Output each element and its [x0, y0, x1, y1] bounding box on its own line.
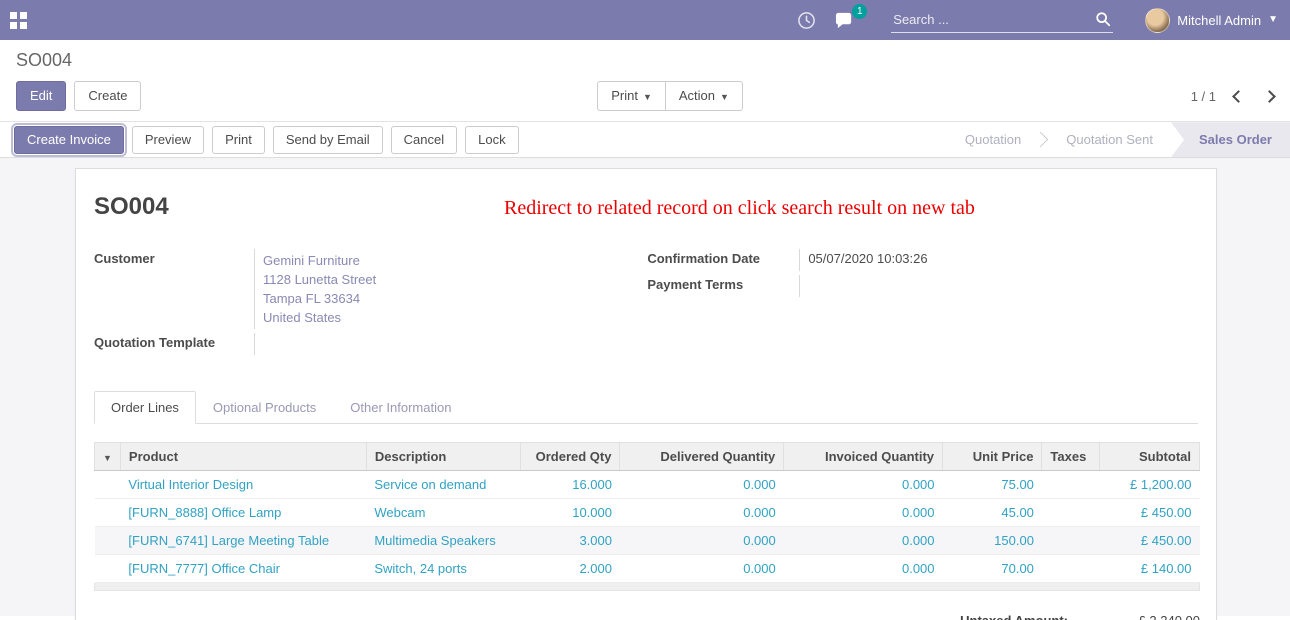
form-view-background: SO004 Redirect to related record on clic…: [0, 158, 1290, 616]
status-steps: Quotation Quotation Sent Sales Order: [947, 122, 1290, 157]
apps-menu-icon[interactable]: [10, 12, 27, 29]
table-row[interactable]: [FURN_8888] Office Lamp Webcam 10.000 0.…: [95, 499, 1200, 527]
print-dropdown[interactable]: Print▼: [597, 81, 666, 111]
payment-terms-value[interactable]: [799, 275, 1198, 297]
quotation-template-label: Quotation Template: [94, 333, 254, 355]
sales-order-sheet: SO004 Redirect to related record on clic…: [75, 168, 1217, 620]
edit-button[interactable]: Edit: [16, 81, 66, 111]
col-subtotal[interactable]: Subtotal: [1100, 443, 1200, 471]
chevron-down-icon: ▼: [643, 92, 652, 102]
step-quotation-sent[interactable]: Quotation Sent: [1048, 122, 1171, 157]
notebook-tabs: Order Lines Optional Products Other Info…: [94, 391, 1198, 424]
confirmation-date-value: 05/07/2020 10:03:26: [799, 249, 1198, 271]
create-button[interactable]: Create: [74, 81, 141, 111]
tab-other-information[interactable]: Other Information: [333, 391, 468, 424]
col-delivered-quantity[interactable]: Delivered Quantity: [620, 443, 784, 471]
table-row[interactable]: [FURN_6741] Large Meeting Table Multimed…: [95, 527, 1200, 555]
lock-button[interactable]: Lock: [465, 126, 518, 154]
tab-order-lines[interactable]: Order Lines: [94, 391, 196, 424]
table-row[interactable]: Virtual Interior Design Service on deman…: [95, 471, 1200, 499]
send-by-email-button[interactable]: Send by Email: [273, 126, 383, 154]
activities-clock-icon[interactable]: [797, 11, 816, 30]
table-footer-strip: [94, 583, 1200, 591]
control-panel: SO004 Edit Create Print▼ Action▼ 1 / 1: [0, 40, 1290, 121]
action-dropdown[interactable]: Action▼: [665, 81, 743, 111]
create-invoice-button[interactable]: Create Invoice: [14, 126, 124, 154]
table-header-row: ▼ Product Description Ordered Qty Delive…: [95, 443, 1200, 471]
order-lines-table: ▼ Product Description Ordered Qty Delive…: [94, 442, 1200, 583]
col-product[interactable]: Product: [120, 443, 366, 471]
pager-counter: 1 / 1: [1191, 89, 1216, 104]
untaxed-amount-label: Untaxed Amount:: [960, 613, 1068, 620]
red-annotation-text: Redirect to related record on click sear…: [504, 197, 975, 220]
pager-next-icon[interactable]: [1263, 90, 1276, 103]
col-invoiced-quantity[interactable]: Invoiced Quantity: [784, 443, 943, 471]
user-menu[interactable]: Mitchell Admin ▼: [1145, 8, 1278, 33]
statusbar: Create Invoice Preview Print Send by Ema…: [0, 121, 1290, 158]
customer-label: Customer: [94, 249, 254, 329]
payment-terms-label: Payment Terms: [647, 275, 799, 297]
user-avatar: [1145, 8, 1170, 33]
user-name: Mitchell Admin: [1177, 13, 1261, 28]
col-taxes[interactable]: Taxes: [1042, 443, 1100, 471]
cancel-button[interactable]: Cancel: [391, 126, 457, 154]
totals-section: Untaxed Amount: £ 2,240.00: [94, 613, 1200, 620]
step-quotation[interactable]: Quotation: [947, 122, 1039, 157]
top-navbar: 1 Mitchell Admin ▼: [0, 0, 1290, 40]
search-input[interactable]: [891, 8, 1113, 33]
table-row[interactable]: [FURN_7777] Office Chair Switch, 24 port…: [95, 555, 1200, 583]
pager-previous-icon[interactable]: [1232, 90, 1245, 103]
list-options-caret-icon[interactable]: ▼: [103, 453, 112, 463]
confirmation-date-label: Confirmation Date: [647, 249, 799, 271]
col-description[interactable]: Description: [366, 443, 520, 471]
breadcrumb[interactable]: SO004: [16, 50, 1274, 71]
quotation-template-value[interactable]: [254, 333, 605, 355]
chevron-down-icon: ▼: [720, 92, 729, 102]
col-ordered-qty[interactable]: Ordered Qty: [520, 443, 620, 471]
preview-button[interactable]: Preview: [132, 126, 204, 154]
customer-value[interactable]: Gemini Furniture 1128 Lunetta Street Tam…: [254, 249, 605, 329]
global-search: [891, 8, 1113, 33]
tab-optional-products[interactable]: Optional Products: [196, 391, 333, 424]
messages-badge: 1: [852, 4, 867, 19]
untaxed-amount-value: £ 2,240.00: [1110, 613, 1200, 620]
print-button[interactable]: Print: [212, 126, 265, 154]
messages-icon[interactable]: 1: [834, 11, 855, 30]
search-icon[interactable]: [1095, 11, 1111, 30]
chevron-down-icon: ▼: [1268, 15, 1278, 25]
step-sales-order[interactable]: Sales Order: [1171, 122, 1290, 157]
col-unit-price[interactable]: Unit Price: [943, 443, 1042, 471]
